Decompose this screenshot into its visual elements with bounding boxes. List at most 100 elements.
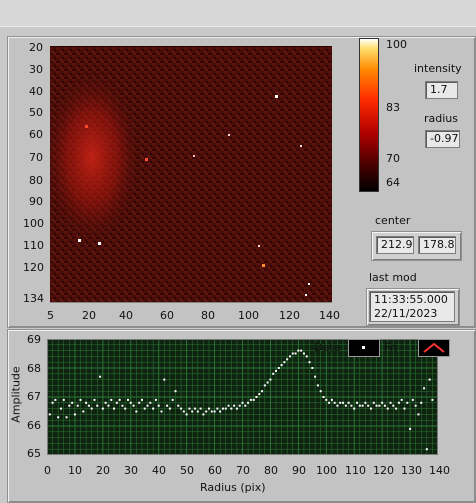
- data-point: [369, 407, 372, 410]
- intensity-image[interactable]: [50, 46, 332, 303]
- data-point: [328, 401, 331, 404]
- data-point: [73, 413, 76, 416]
- data-point: [367, 404, 370, 407]
- data-point: [188, 407, 191, 410]
- data-point: [428, 378, 431, 381]
- legend-point-marker: [362, 346, 365, 349]
- data-point: [300, 349, 303, 352]
- center-x-value: 212.9: [376, 236, 414, 254]
- data-point: [319, 390, 322, 393]
- plot-x-tick: 70: [236, 464, 250, 477]
- data-point: [339, 401, 342, 404]
- image-y-tick: 40: [29, 85, 43, 98]
- data-point: [110, 398, 113, 401]
- data-point: [291, 352, 294, 355]
- data-point: [219, 410, 222, 413]
- data-point: [101, 407, 104, 410]
- data-point: [196, 410, 199, 413]
- data-point: [420, 401, 423, 404]
- data-point: [143, 407, 146, 410]
- data-point: [272, 372, 275, 375]
- center-y-value: 178.8: [418, 236, 456, 254]
- data-point: [316, 384, 319, 387]
- image-x-tick: 40: [119, 309, 133, 322]
- data-point: [431, 398, 434, 401]
- data-point: [244, 404, 247, 407]
- last-mod-label: last mod: [369, 271, 417, 284]
- data-point: [48, 413, 51, 416]
- plot-x-tick: 30: [124, 464, 138, 477]
- data-point: [65, 416, 68, 419]
- image-y-tick: 90: [29, 195, 43, 208]
- plot-xlabel: Radius (pix): [200, 481, 266, 494]
- image-y-tick: 30: [29, 63, 43, 76]
- image-x-tick: 120: [279, 309, 300, 322]
- data-point: [82, 410, 85, 413]
- data-point: [375, 404, 378, 407]
- radius-label: radius: [424, 112, 459, 125]
- data-point: [397, 401, 400, 404]
- data-point: [417, 413, 420, 416]
- plot-y-tick: 66: [27, 419, 41, 432]
- data-point: [59, 407, 62, 410]
- data-point: [333, 401, 336, 404]
- data-point: [146, 404, 149, 407]
- image-y-tick: 80: [29, 174, 43, 187]
- data-point: [54, 398, 57, 401]
- last-mod-value: 11:33:55.000 22/11/2023: [369, 291, 455, 322]
- data-point: [403, 407, 406, 410]
- data-point: [255, 396, 258, 398]
- plot-x-tick: 120: [373, 464, 394, 477]
- data-point: [336, 404, 339, 407]
- image-y-tick: 50: [29, 106, 43, 119]
- data-point: [71, 401, 74, 404]
- image-x-tick: 100: [238, 309, 259, 322]
- data-point: [163, 378, 166, 381]
- image-y-tick: 120: [23, 261, 44, 274]
- data-point: [230, 407, 233, 410]
- data-point: [87, 404, 90, 407]
- data-point: [152, 407, 155, 410]
- data-point: [227, 404, 230, 407]
- data-point: [210, 410, 213, 413]
- data-point: [118, 398, 121, 401]
- data-point: [308, 361, 311, 364]
- plot-x-tick: 40: [152, 464, 166, 477]
- data-point: [166, 404, 169, 407]
- image-y-tick: 60: [29, 128, 43, 141]
- data-point: [353, 407, 356, 410]
- data-point: [207, 407, 210, 410]
- data-point: [342, 401, 345, 404]
- data-point: [302, 352, 305, 355]
- colorbar-ramp[interactable]: [359, 38, 379, 192]
- colorbar-tick: 100: [386, 38, 407, 51]
- legend-data-label: Data: [314, 341, 341, 354]
- data-point: [283, 361, 286, 364]
- data-point: [238, 404, 241, 407]
- data-point: [62, 398, 65, 401]
- intensity-image-svg: [50, 47, 332, 302]
- data-point: [202, 413, 205, 416]
- data-point: [297, 349, 300, 352]
- data-point: [149, 401, 152, 404]
- data-point: [414, 404, 417, 407]
- data-point: [124, 407, 127, 410]
- radius-value: -0.97: [425, 130, 460, 148]
- data-point: [157, 404, 160, 407]
- data-point: [233, 404, 236, 407]
- data-point: [361, 404, 364, 407]
- plot-legend[interactable]: Data Fit: [308, 338, 450, 358]
- image-x-tick: 80: [201, 309, 215, 322]
- data-point: [288, 355, 291, 358]
- data-point: [90, 407, 93, 410]
- plot-x-tick: 20: [96, 464, 110, 477]
- legend-fit-swatch: [418, 339, 450, 357]
- data-point: [358, 404, 361, 407]
- image-x-tick: 140: [319, 309, 340, 322]
- data-point: [347, 401, 350, 404]
- data-point: [372, 401, 375, 404]
- data-point: [252, 398, 255, 401]
- intensity-value: 1.7: [425, 81, 458, 99]
- data-point: [79, 398, 82, 401]
- data-point: [277, 367, 280, 369]
